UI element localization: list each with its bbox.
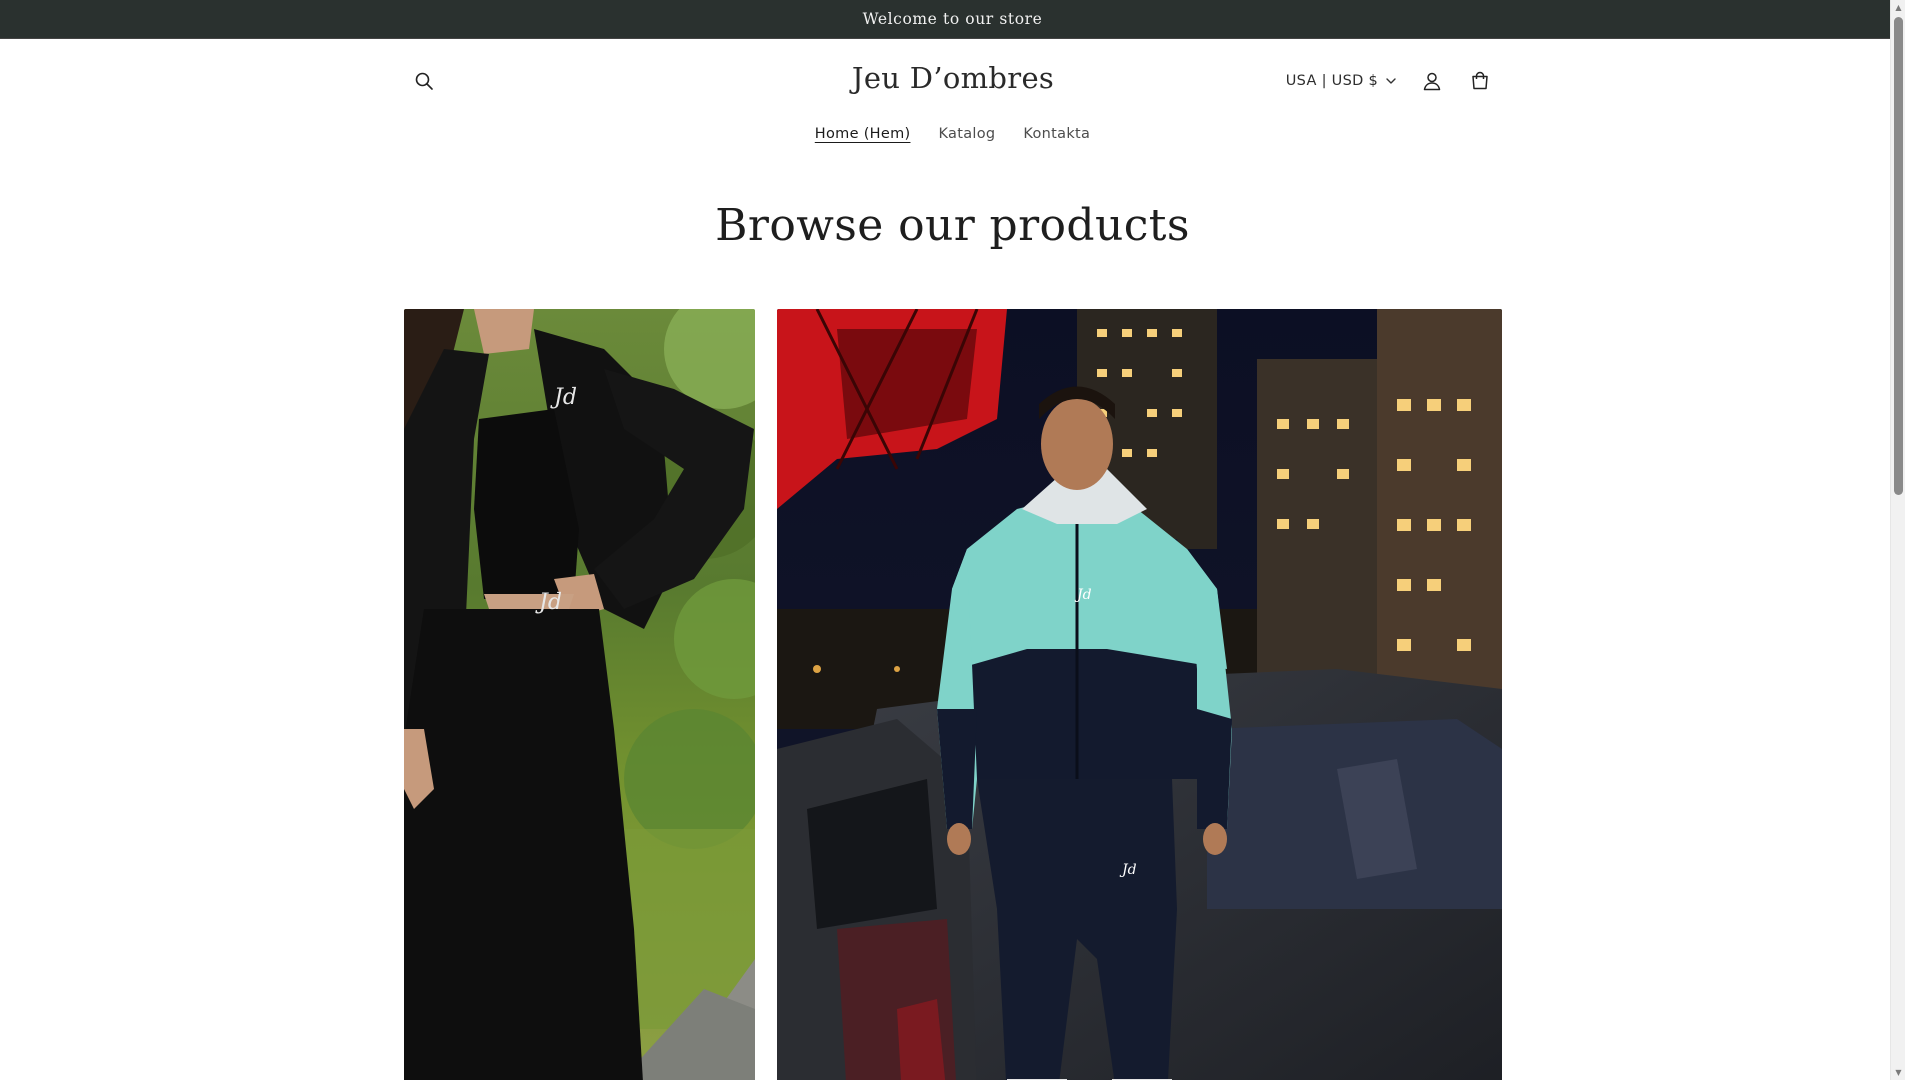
scroll-up-arrow-icon[interactable]: ▲ [1891, 0, 1905, 15]
announcement-bar: Welcome to our store [0, 0, 1905, 39]
nav-item-kontakta[interactable]: Kontakta [1011, 122, 1102, 146]
svg-text:Jd: Jd [535, 590, 562, 615]
chevron-down-icon [1386, 77, 1396, 84]
main-navigation: Home (Hem) Katalog Kontakta [0, 122, 1905, 146]
store-logo-link[interactable]: Jeu D’ombres [852, 61, 1054, 95]
nav-item-katalog[interactable]: Katalog [926, 122, 1007, 146]
header-actions: USA | USD $ [1276, 61, 1502, 101]
product-image-right[interactable]: Jd Jd [777, 309, 1502, 1080]
page-scrollbar[interactable]: ▲ ▼ [1890, 0, 1905, 1080]
cart-icon [1472, 71, 1488, 90]
cart-button[interactable] [1458, 59, 1502, 103]
scroll-down-arrow-icon[interactable]: ▼ [1891, 1065, 1905, 1080]
svg-text:Jd: Jd [1119, 862, 1137, 878]
nav-item-home[interactable]: Home (Hem) [803, 122, 923, 146]
page-title: Browse our products [715, 200, 1190, 251]
svg-text:Jd: Jd [1074, 587, 1092, 603]
product-image-left[interactable]: Jd Jd [404, 309, 755, 1080]
scroll-thumb[interactable] [1894, 17, 1903, 495]
currency-selector[interactable]: USA | USD $ [1276, 61, 1406, 101]
user-icon [1423, 72, 1441, 91]
product-photo-man: Jd Jd [777, 309, 1502, 1080]
announcement-text: Welcome to our store [862, 10, 1043, 28]
currency-label: USA | USD $ [1285, 73, 1378, 89]
product-photo-woman: Jd Jd [404, 309, 755, 1080]
account-button[interactable] [1410, 59, 1454, 103]
svg-text:Jd: Jd [550, 385, 577, 410]
site-header: Jeu D’ombres USA | USD $ [404, 39, 1502, 123]
page: Welcome to our store Jeu D’ombres USA | … [0, 0, 1905, 1080]
